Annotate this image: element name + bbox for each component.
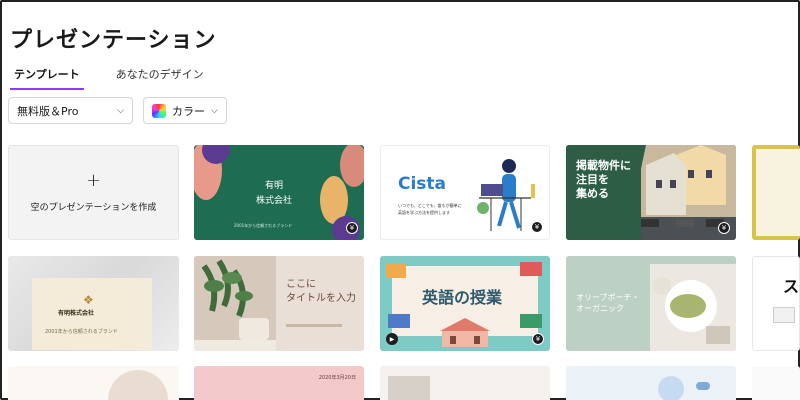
device-icon — [773, 307, 795, 323]
template-title: オリーブポーチ・ オーガニック — [576, 293, 640, 313]
paid-badge-icon: ¥ — [718, 222, 730, 234]
color-swatch-icon — [152, 103, 166, 118]
template-title: 英語の授業 — [422, 288, 503, 307]
template-title: 有明 株式会社 — [256, 181, 293, 206]
template-date: 2020年3月20日 — [318, 375, 356, 381]
template-card[interactable]: 掲載物件に 注目を 集める ¥ — [566, 145, 736, 240]
plus-icon: + — [85, 170, 102, 191]
tab-your-designs[interactable]: あなたのデザイン — [112, 66, 208, 90]
template-title: ス — [783, 277, 800, 296]
chevron-down-icon: ⌵ — [211, 105, 218, 116]
color-filter-dropdown[interactable]: カラー ⌵ — [143, 97, 227, 124]
format-filter-dropdown[interactable]: 無料版＆Pro ⌵ — [8, 97, 133, 124]
template-card[interactable]: ス — [752, 256, 800, 351]
paid-badge-icon: ¥ — [532, 333, 544, 345]
cloud-icon — [696, 382, 710, 390]
paid-badge-icon: ¥ — [346, 222, 358, 234]
template-card[interactable] — [566, 366, 736, 400]
play-icon: ▶ — [386, 333, 398, 345]
logo-mark-icon: ❖ — [83, 293, 94, 307]
format-filter-label: 無料版＆Pro — [17, 104, 79, 118]
template-photo — [388, 376, 430, 400]
template-card[interactable] — [8, 366, 179, 400]
template-card[interactable] — [752, 145, 800, 240]
tab-bar: テンプレート あなたのデザイン — [10, 66, 208, 90]
template-title: ここに タイトルを入力 — [286, 279, 356, 304]
subtitle-line — [286, 324, 342, 327]
template-subtitle: 2001年から信頼されるブランド — [45, 329, 118, 335]
paid-badge-icon: ¥ — [531, 221, 543, 233]
template-card[interactable]: 有明 株式会社 2001年から信頼されるブランド ¥ — [194, 145, 364, 240]
filter-bar: 無料版＆Pro ⌵ カラー ⌵ — [8, 97, 227, 124]
template-card[interactable]: Cista いつでも、どこでも、誰もが簡単に 英語を学ぶ方法を提供します ¥ — [380, 145, 550, 240]
template-card[interactable] — [752, 366, 800, 400]
template-card[interactable]: 2020年3月20日 — [194, 366, 364, 400]
template-card[interactable] — [380, 366, 550, 400]
template-shape — [658, 376, 684, 400]
chevron-down-icon: ⌵ — [117, 105, 124, 116]
template-title: 掲載物件に 注目を 集める — [576, 159, 631, 200]
page-title: プレゼンテーション — [10, 28, 217, 53]
person-illustration — [477, 159, 535, 231]
template-title: 有明株式会社 — [58, 310, 95, 317]
template-card[interactable]: ここに タイトルを入力 — [194, 256, 364, 351]
template-subtitle: 2001年から信頼されるブランド — [234, 223, 293, 228]
template-card[interactable]: 英語の授業 ▶ ¥ — [380, 256, 550, 351]
create-blank-presentation-card[interactable]: + 空のプレゼンテーションを作成 — [8, 145, 179, 240]
color-filter-label: カラー — [172, 104, 205, 118]
template-card[interactable]: オリーブポーチ・ オーガニック — [566, 256, 736, 351]
template-shape — [108, 370, 168, 400]
create-blank-label: 空のプレゼンテーションを作成 — [30, 203, 157, 213]
tab-templates[interactable]: テンプレート — [10, 66, 84, 90]
template-card[interactable]: ❖ 有明株式会社 2001年から信頼されるブランド — [8, 256, 179, 351]
